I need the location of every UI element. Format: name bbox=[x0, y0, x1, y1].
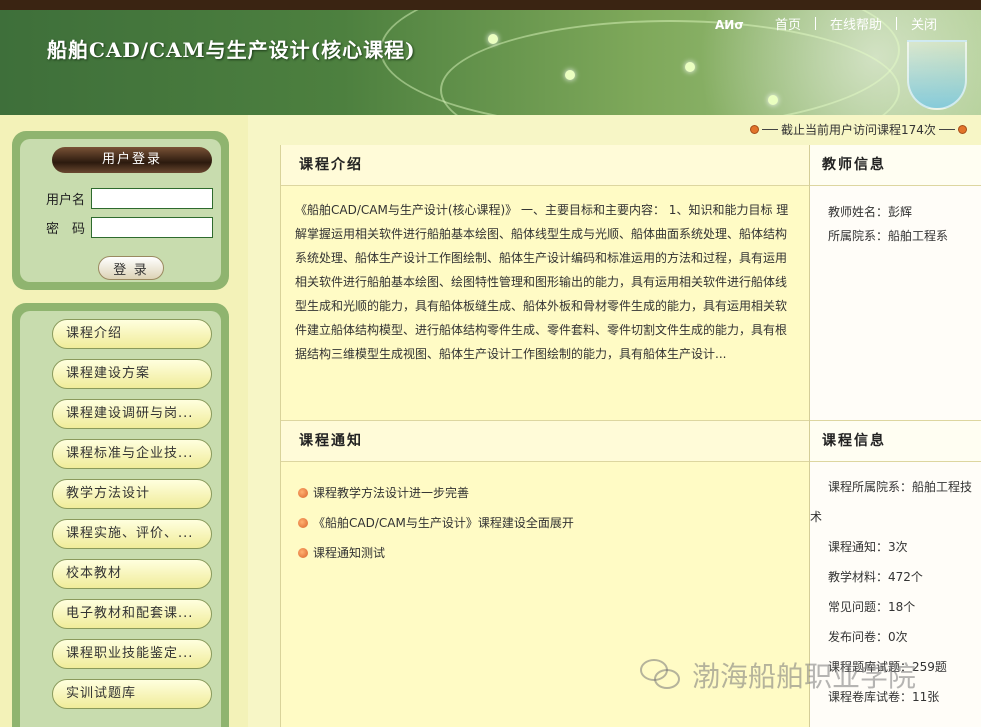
decorative-dot bbox=[685, 62, 695, 72]
password-label: 密 码 bbox=[46, 222, 86, 237]
notice-link[interactable]: 课程教学方法设计进一步完善 bbox=[313, 478, 469, 508]
teacher-info: 教师姓名：彭辉 所属院系：船舶工程系 bbox=[810, 186, 981, 248]
notice-link[interactable]: 《船舶CAD/CAM与生产设计》课程建设全面展开 bbox=[313, 508, 574, 538]
login-title: 用户登录 bbox=[52, 147, 212, 173]
menu-item-intro[interactable]: 课程介绍 bbox=[52, 319, 212, 349]
notice-section: 课程通知 课程教学方法设计进一步完善 《船舶CAD/CAM与生产设计》课程建设全… bbox=[281, 420, 809, 568]
course-info-title: 课程信息 bbox=[810, 421, 981, 462]
nav-help-link[interactable]: 在线帮助 bbox=[816, 14, 896, 33]
decorative-dot bbox=[565, 70, 575, 80]
header-deco-text: AИσ bbox=[715, 18, 744, 32]
decorative-dot bbox=[488, 34, 498, 44]
bullet-icon bbox=[298, 518, 308, 528]
menu-item-textbook[interactable]: 校本教材 bbox=[52, 559, 212, 589]
bullet-icon bbox=[957, 125, 967, 134]
list-item[interactable]: 课程通知测试 bbox=[298, 538, 809, 568]
menu-item-teaching-method[interactable]: 教学方法设计 bbox=[52, 479, 212, 509]
course-info-row: 发布问卷：0次 bbox=[828, 630, 908, 644]
bullet-icon bbox=[750, 125, 759, 134]
side-panel: 教师信息 教师姓名：彭辉 所属院系：船舶工程系 课程信息 课程所属院系：船舶工程… bbox=[809, 145, 981, 727]
menu-item-question-bank[interactable]: 实训试题库 bbox=[52, 679, 212, 709]
notice-list: 课程教学方法设计进一步完善 《船舶CAD/CAM与生产设计》课程建设全面展开 课… bbox=[281, 462, 809, 568]
watermark-text: 渤海船舶职业学院 bbox=[692, 660, 917, 693]
course-info-row: 常见问题：18个 bbox=[828, 600, 916, 614]
watermark: 渤海船舶职业学院 bbox=[640, 655, 916, 695]
flask-image bbox=[907, 40, 967, 110]
teacher-dept: 所属院系：船舶工程系 bbox=[828, 229, 949, 243]
course-info-row: 课程所属院系：船舶工程技术 bbox=[810, 480, 973, 524]
course-menu-panel: 课程介绍 课程建设方案 课程建设调研与岗... 课程标准与企业技... 教学方法… bbox=[12, 303, 229, 727]
divider-line bbox=[762, 129, 778, 130]
bullet-icon bbox=[298, 548, 308, 558]
login-button[interactable]: 登 录 bbox=[98, 256, 164, 280]
decorative-dot bbox=[768, 95, 778, 105]
teacher-name: 教师姓名：彭辉 bbox=[828, 205, 913, 219]
nav-close-link[interactable]: 关闭 bbox=[897, 14, 951, 33]
password-row: 密 码 bbox=[46, 217, 213, 238]
menu-item-skill-cert[interactable]: 课程职业技能鉴定... bbox=[52, 639, 212, 669]
content-area: 课程介绍 《船舶CAD/CAM与生产设计(核心课程)》 一、主要目标和主要内容：… bbox=[280, 145, 981, 727]
password-input[interactable] bbox=[91, 217, 213, 238]
wechat-icon bbox=[640, 657, 684, 693]
site-title: 船舶CAD/CAM与生产设计(核心课程) bbox=[47, 38, 416, 62]
username-row: 用户名 bbox=[46, 188, 213, 209]
course-info-row: 教学材料：472个 bbox=[828, 570, 923, 584]
divider-line bbox=[938, 129, 955, 130]
nav-home-link[interactable]: 首页 bbox=[761, 14, 815, 33]
header-top-strip bbox=[0, 0, 981, 10]
login-panel: 用户登录 用户名 密 码 登 录 bbox=[12, 131, 229, 290]
course-info-row: 课程通知：3次 bbox=[828, 540, 908, 554]
menu-item-standard[interactable]: 课程标准与企业技... bbox=[52, 439, 212, 469]
username-label: 用户名 bbox=[46, 193, 86, 208]
site-header: 船舶CAD/CAM与生产设计(核心课程) AИσ 首页 在线帮助 关闭 bbox=[0, 10, 981, 115]
menu-item-plan[interactable]: 课程建设方案 bbox=[52, 359, 212, 389]
visit-counter: 截止当前用户访问课程174次 bbox=[750, 121, 967, 138]
list-item[interactable]: 《船舶CAD/CAM与生产设计》课程建设全面展开 bbox=[298, 508, 809, 538]
notice-link[interactable]: 课程通知测试 bbox=[313, 538, 385, 568]
top-nav: 首页 在线帮助 关闭 bbox=[761, 14, 951, 33]
notice-title: 课程通知 bbox=[281, 421, 809, 462]
course-menu-inner: 课程介绍 课程建设方案 课程建设调研与岗... 课程标准与企业技... 教学方法… bbox=[20, 311, 221, 727]
menu-item-research[interactable]: 课程建设调研与岗... bbox=[52, 399, 212, 429]
visit-counter-text: 截止当前用户访问课程174次 bbox=[781, 123, 936, 137]
menu-item-implementation[interactable]: 课程实施、评价、... bbox=[52, 519, 212, 549]
login-panel-inner: 用户登录 用户名 密 码 登 录 bbox=[20, 139, 221, 282]
intro-title: 课程介绍 bbox=[281, 145, 809, 186]
teacher-title: 教师信息 bbox=[810, 145, 981, 186]
list-item[interactable]: 课程教学方法设计进一步完善 bbox=[298, 478, 809, 508]
bullet-icon bbox=[298, 488, 308, 498]
username-input[interactable] bbox=[91, 188, 213, 209]
menu-item-e-textbook[interactable]: 电子教材和配套课... bbox=[52, 599, 212, 629]
intro-text: 《船舶CAD/CAM与生产设计(核心课程)》 一、主要目标和主要内容： 1、知识… bbox=[295, 203, 789, 361]
main-panel: 课程介绍 《船舶CAD/CAM与生产设计(核心课程)》 一、主要目标和主要内容：… bbox=[280, 145, 809, 727]
